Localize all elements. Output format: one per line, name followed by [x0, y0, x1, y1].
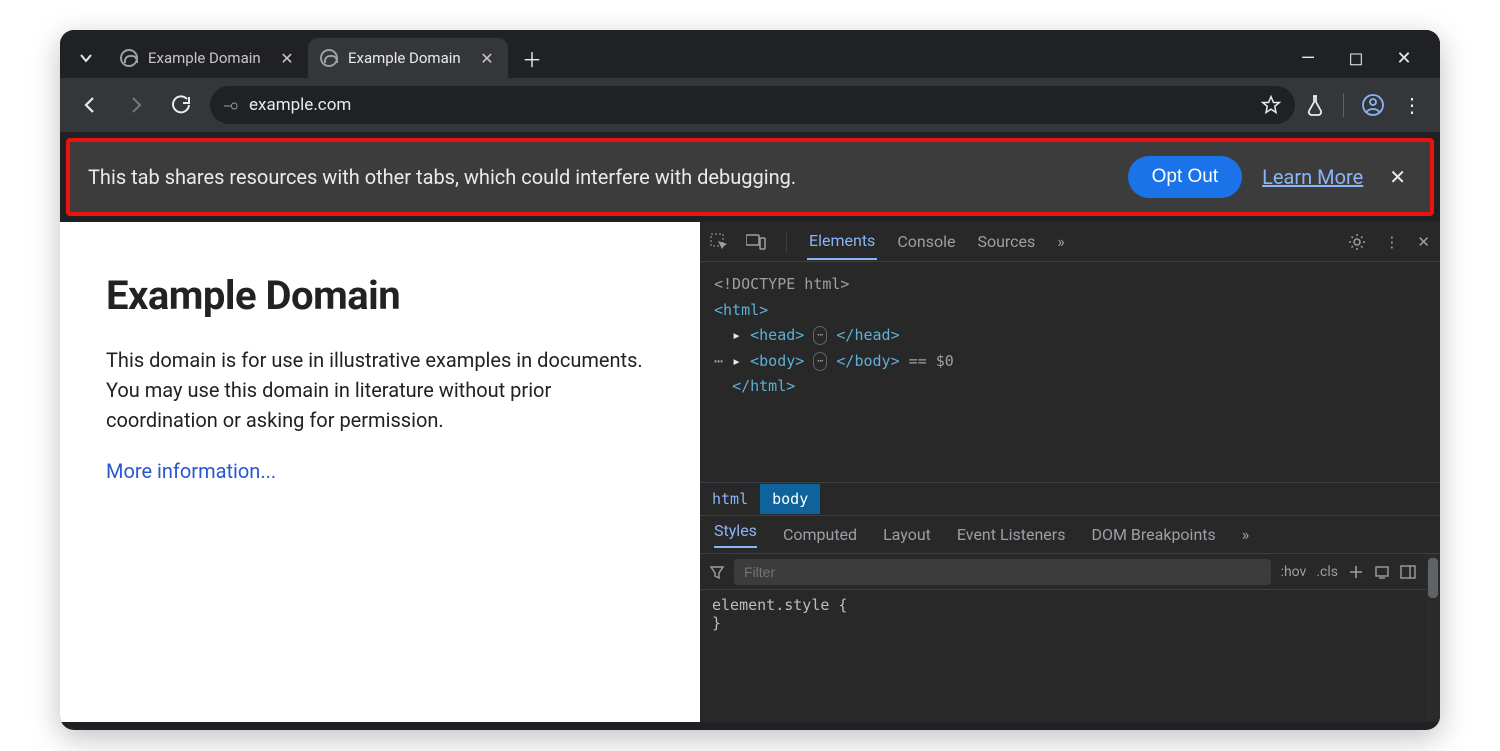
tab-active-1[interactable]: Example Domain ✕ [308, 38, 508, 78]
styles-pane[interactable]: element.style { } [700, 590, 1426, 638]
opt-out-button[interactable]: Opt Out [1128, 156, 1243, 198]
address-bar[interactable]: ⎯⚬ example.com [210, 86, 1295, 124]
tab-search-button[interactable] [68, 42, 104, 74]
url-text: example.com [249, 95, 351, 115]
tab-strip: Example Domain ✕ Example Domain ✕ ＋ — ◻ … [60, 30, 1440, 78]
devtools-panel: Elements Console Sources » ⋮ ✕ <!DOCTYPE… [700, 222, 1440, 722]
ellipsis-icon[interactable]: ⋯ [813, 352, 827, 371]
subtab-event-listeners[interactable]: Event Listeners [957, 525, 1066, 544]
new-style-rule-icon[interactable] [1348, 564, 1364, 580]
more-information-link[interactable]: More information... [106, 459, 276, 483]
close-window-button[interactable]: ✕ [1392, 48, 1416, 69]
tab-title: Example Domain [148, 49, 268, 67]
toggle-sidebar-icon[interactable] [1400, 564, 1416, 580]
devtools-more-tabs[interactable]: » [1055, 224, 1067, 259]
device-toggle-icon[interactable] [746, 234, 766, 250]
dom-selected-marker: == $0 [900, 352, 954, 370]
back-button[interactable] [72, 87, 108, 123]
devtools-tab-elements[interactable]: Elements [807, 223, 877, 260]
dom-body-open: <body> [750, 352, 804, 370]
infobar-message: This tab shares resources with other tab… [88, 165, 1108, 189]
subtab-computed[interactable]: Computed [783, 525, 857, 544]
globe-icon [120, 49, 138, 67]
browser-window: Example Domain ✕ Example Domain ✕ ＋ — ◻ … [60, 30, 1440, 730]
element-style-open: element.style { [712, 596, 1414, 614]
dom-head-open: <head> [750, 326, 804, 344]
subtab-styles[interactable]: Styles [714, 521, 757, 548]
new-tab-button[interactable]: ＋ [516, 42, 548, 74]
toolbar-divider [1343, 93, 1344, 117]
close-tab-button[interactable]: ✕ [278, 49, 296, 67]
close-tab-button[interactable]: ✕ [478, 49, 496, 67]
dom-head-close: </head> [836, 326, 899, 344]
maximize-button[interactable]: ◻ [1344, 48, 1368, 69]
styles-tabbar: Styles Computed Layout Event Listeners D… [700, 516, 1440, 554]
styles-filter-row: :hov .cls [700, 554, 1426, 590]
devtools-close-icon[interactable]: ✕ [1417, 233, 1430, 251]
ellipsis-icon[interactable]: ⋯ [813, 326, 827, 345]
settings-gear-icon[interactable] [1348, 233, 1366, 251]
filter-icon [710, 565, 724, 579]
styles-filter-input[interactable] [734, 559, 1271, 585]
page-paragraph: This domain is for use in illustrative e… [106, 345, 646, 435]
devtools-tab-console[interactable]: Console [895, 224, 957, 259]
subtab-dom-breakpoints[interactable]: DOM Breakpoints [1091, 525, 1215, 544]
bookmark-star-icon[interactable] [1261, 95, 1281, 115]
devtools-menu-icon[interactable]: ⋮ [1384, 233, 1399, 251]
tab-inactive-0[interactable]: Example Domain ✕ [108, 38, 308, 78]
page-heading: Example Domain [106, 272, 660, 319]
subtab-layout[interactable]: Layout [883, 525, 931, 544]
dom-doctype: <!DOCTYPE html> [714, 275, 849, 293]
inspect-element-icon[interactable] [710, 233, 728, 251]
infobar-highlight: This tab shares resources with other tab… [60, 132, 1440, 222]
dom-body-close: </body> [836, 352, 899, 370]
reload-button[interactable] [164, 87, 200, 123]
globe-icon [320, 49, 338, 67]
breadcrumb-body[interactable]: body [760, 484, 820, 514]
cls-toggle[interactable]: .cls [1316, 564, 1338, 580]
tab-title: Example Domain [348, 49, 468, 67]
dom-html-open: <html> [714, 301, 768, 319]
page-body: Example Domain This domain is for use in… [60, 222, 700, 722]
debug-infobar: This tab shares resources with other tab… [66, 138, 1434, 216]
window-controls: — ◻ ✕ [1296, 48, 1432, 69]
dom-tree[interactable]: <!DOCTYPE html> <html> ▸ <head> ⋯ </head… [700, 262, 1440, 482]
element-style-close: } [712, 614, 1414, 632]
styles-scrollbar[interactable] [1426, 554, 1440, 722]
dom-breadcrumbs: html body [700, 482, 1440, 516]
forward-button[interactable] [118, 87, 154, 123]
profile-icon[interactable] [1362, 94, 1384, 116]
content-area: Example Domain This domain is for use in… [60, 222, 1440, 722]
close-infobar-button[interactable]: ✕ [1383, 165, 1412, 189]
dom-html-close: </html> [732, 377, 795, 395]
devtools-toolbar: Elements Console Sources » ⋮ ✕ [700, 222, 1440, 262]
site-settings-icon[interactable]: ⎯⚬ [224, 96, 237, 114]
computed-styles-icon[interactable] [1374, 564, 1390, 580]
menu-button[interactable]: ⋮ [1402, 93, 1422, 117]
scrollbar-thumb[interactable] [1428, 558, 1438, 598]
minimize-button[interactable]: — [1296, 48, 1320, 69]
hov-toggle[interactable]: :hov [1281, 564, 1307, 580]
labs-icon[interactable] [1305, 94, 1325, 116]
breadcrumb-html[interactable]: html [700, 484, 760, 514]
learn-more-link[interactable]: Learn More [1262, 165, 1363, 189]
devtools-tab-sources[interactable]: Sources [975, 224, 1037, 259]
toolbar: ⎯⚬ example.com ⋮ [60, 78, 1440, 132]
subtab-more[interactable]: » [1242, 525, 1250, 544]
